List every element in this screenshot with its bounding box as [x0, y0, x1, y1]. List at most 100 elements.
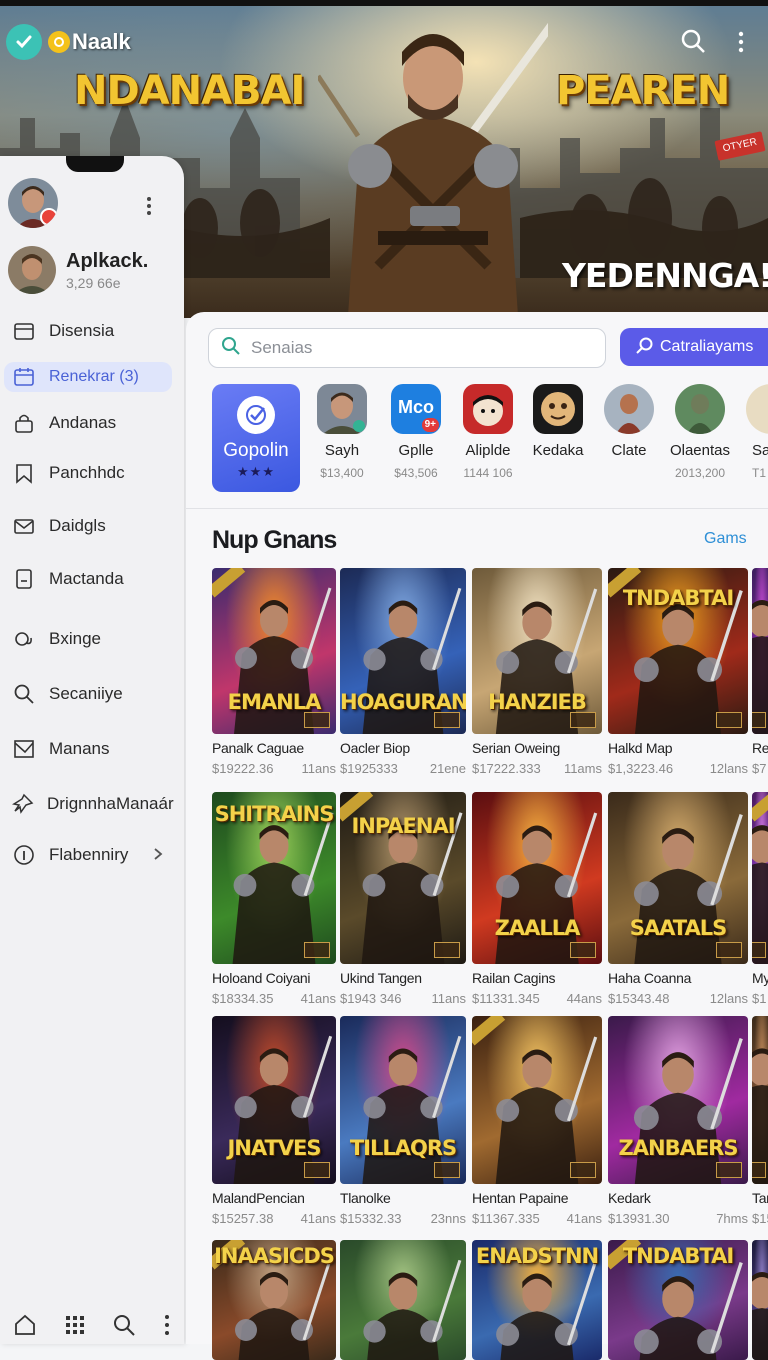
sidebar-item-andanas[interactable]: Andanas [4, 408, 172, 438]
game-character-illustration [752, 600, 768, 734]
more-vertical-icon[interactable] [144, 196, 154, 221]
coin-icon [48, 31, 70, 53]
game-card-art: ENADSTNN [472, 1240, 602, 1360]
game-card-name: My [752, 970, 768, 986]
section-see-all-link[interactable]: Gams [704, 530, 747, 548]
app-brand[interactable]: Naalk [6, 24, 131, 60]
app-icon-text: Mco [398, 397, 434, 417]
sidebar-item-mactanda[interactable]: Mactanda [4, 564, 172, 594]
sidebar-item-renekrar[interactable]: Renekrar (3) [4, 362, 172, 392]
search-icon[interactable] [680, 28, 706, 59]
game-card[interactable]: ZANBAERS Kedark $13931.30 7hms [608, 1016, 748, 1226]
app-icon [317, 384, 367, 434]
sidebar-item-label: Renekrar (3) [49, 368, 139, 385]
game-card[interactable]: INAASICDS [212, 1240, 336, 1360]
app-name: Aliplde [465, 442, 511, 459]
game-card-count: 11ans [301, 761, 336, 776]
game-card[interactable]: SAATALS Haha Coanna $15343.48 12lans [608, 792, 748, 1006]
lock-icon [12, 411, 36, 435]
profile-card[interactable]: Aplkack. 3,29 66e [8, 246, 148, 294]
categories-button-label: Catraliayams [660, 338, 754, 355]
featured-app-name: Gopolin [223, 440, 289, 461]
platform-tag [752, 1162, 766, 1178]
game-card-art: ZANBAERS [608, 1016, 748, 1184]
game-card-meta: $13931.30 7hms [608, 1211, 748, 1226]
game-card[interactable]: EMANLA Panalk Caguae $19222.36 11ans [212, 568, 336, 776]
sidebar-item-flabenniry[interactable]: Flabenniry [4, 840, 172, 870]
search-input[interactable] [249, 337, 583, 359]
game-card-title: ENADSTNN [475, 1244, 599, 1268]
sidebar-item-label: Secaniiye [49, 684, 123, 703]
game-card[interactable]: ZAALLA Railan Cagins $11331.345 44ans [472, 792, 602, 1006]
platform-tag [752, 712, 766, 728]
game-card[interactable]: Hentan Papaine $11367.335 41ans [472, 1016, 602, 1226]
platform-tag [570, 1162, 596, 1178]
notification-badge: 9+ [421, 418, 439, 432]
game-card[interactable]: Re $7 [752, 568, 768, 776]
game-card[interactable]: SHITRAINS Holoand Coiyani $18334.35 41ans [212, 792, 336, 1006]
game-card[interactable]: JNATVES MalandPencian $15257.38 41ans [212, 1016, 336, 1226]
search-bar[interactable] [208, 328, 606, 368]
mail-icon [12, 514, 36, 538]
game-card[interactable] [752, 1240, 768, 1360]
sidebar-item-drignnhamanaar[interactable]: DrignnhaManaár [4, 789, 174, 819]
game-card-count: 41ans [300, 1211, 336, 1226]
app-tile[interactable]: Olaentas 2013,200 [666, 384, 734, 480]
game-card[interactable]: Tarlam $1506 [752, 1016, 768, 1226]
game-card[interactable]: HANZIEB Serian Oweing $17222.333 11ams [472, 568, 602, 776]
game-card-count: 11ams [563, 761, 602, 776]
game-card-count: 12lans [709, 991, 748, 1006]
profile-avatar [8, 246, 56, 294]
more-vertical-icon[interactable] [736, 30, 746, 59]
game-card-meta: $1506 [752, 1211, 768, 1226]
game-card-price: $7 [752, 761, 767, 776]
home-icon[interactable] [13, 1313, 37, 1342]
game-card-name: Oacler Biop [340, 740, 410, 756]
app-name: Olaentas [669, 442, 731, 459]
game-card-art: EMANLA [212, 568, 336, 734]
app-tile[interactable]: Kedaka [524, 384, 592, 466]
pin-icon [12, 792, 34, 816]
search-icon[interactable] [112, 1313, 136, 1342]
game-card[interactable] [340, 1240, 466, 1360]
game-card-count: 21ene [429, 761, 466, 776]
app-tile[interactable]: Aliplde 1144 106 [454, 384, 522, 480]
game-card[interactable]: TNDABTAI Halkd Map $1,3223.46 12lans [608, 568, 748, 776]
game-card-price: $1925333 [340, 761, 398, 776]
categories-button[interactable]: Catraliayams [620, 328, 768, 366]
game-card[interactable]: My $1 [752, 792, 768, 1006]
game-card-meta: $18334.35 41ans [212, 991, 336, 1006]
platform-tag [304, 712, 330, 728]
game-card[interactable]: INPAENAI Ukind Tangen $1943 346 11ans [340, 792, 466, 1006]
game-card[interactable]: TNDABTAI [608, 1240, 748, 1360]
featured-app[interactable]: Gopolin ★★★ [212, 384, 300, 492]
calendar-icon [12, 365, 36, 389]
game-card-name: Tlanolke [340, 1190, 391, 1206]
game-card-art [752, 1240, 768, 1360]
grid-icon[interactable] [64, 1314, 86, 1341]
game-card[interactable]: HOAGURANA Oacler Biop $1925333 21ene [340, 568, 466, 776]
game-card-meta: $1 [752, 991, 768, 1006]
sidebar-item-panchhdc[interactable]: Panchhdc [4, 458, 172, 488]
avatar[interactable] [8, 178, 58, 228]
sidebar-item-disensia[interactable]: Disensia [4, 316, 172, 346]
game-card[interactable]: ENADSTNN [472, 1240, 602, 1360]
platform-tag [716, 942, 742, 958]
app-tile[interactable]: Mco 9+ Gplle $43,506 [382, 384, 450, 480]
sidebar-item-manans[interactable]: Manans [4, 734, 172, 764]
app-tile[interactable]: Sayh $13,400 [308, 384, 376, 480]
game-card-name: Hentan Papaine [472, 1190, 569, 1206]
device-notch [66, 156, 124, 172]
sidebar-item-secaniiye[interactable]: Secaniiye [4, 679, 172, 709]
game-card[interactable]: TILLAQRS Tlanolke $15332.33 23nns [340, 1016, 466, 1226]
sidebar-item-daidgls[interactable]: Daidgls [4, 511, 172, 541]
app-tile[interactable]: Sa T1 [734, 384, 768, 480]
check-icon [6, 24, 42, 60]
more-vertical-icon[interactable] [163, 1314, 171, 1341]
app-tile[interactable]: Clate [595, 384, 663, 466]
game-card-name: Kedark [608, 1190, 651, 1206]
platform-tag [716, 1162, 742, 1178]
game-card-meta: $1,3223.46 12lans [608, 761, 748, 776]
sidebar-item-bxinge[interactable]: Bxinge [4, 624, 172, 654]
game-card-meta: $15332.33 23nns [340, 1211, 466, 1226]
